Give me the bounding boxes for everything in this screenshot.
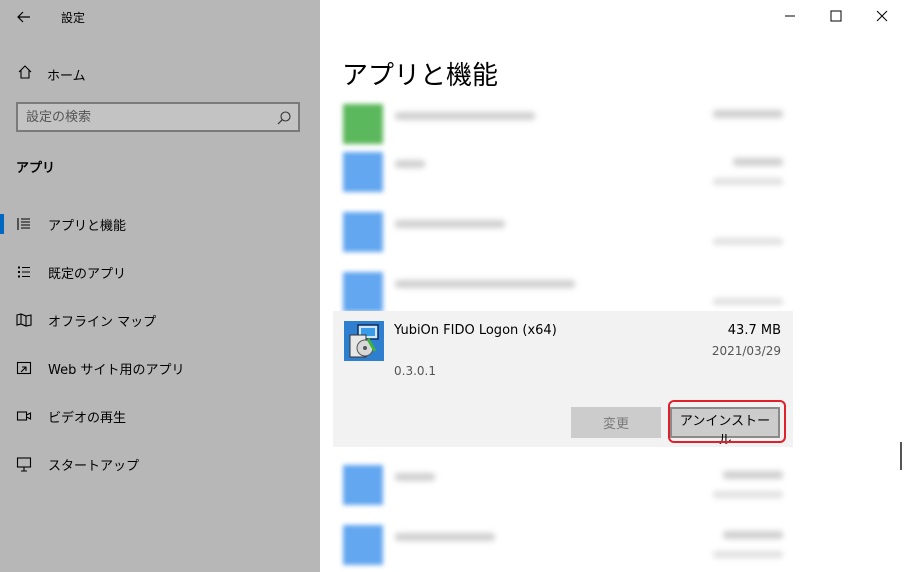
map-icon: [16, 312, 32, 328]
app-install-date: 2021/03/29: [711, 344, 781, 358]
website-apps-icon: [16, 360, 32, 376]
default-apps-icon: [16, 264, 32, 280]
app-version: 0.3.0.1: [394, 364, 436, 378]
sidebar-item-startup[interactable]: スタートアップ: [0, 446, 320, 482]
window-title: 設定: [61, 11, 86, 25]
video-icon: [16, 408, 32, 424]
section-title: アプリ: [16, 161, 56, 176]
sidebar-item-label: スタートアップ: [48, 458, 140, 474]
minimize-icon: [784, 7, 796, 26]
list-item[interactable]: [333, 511, 793, 571]
home-nav-item[interactable]: ホーム: [17, 64, 86, 84]
app-name: YubiOn FIDO Logon (x64): [394, 323, 557, 338]
sidebar-item-website-apps[interactable]: Web サイト用のアプリ: [0, 350, 320, 386]
sidebar-item-label: ビデオの再生: [48, 410, 127, 426]
settings-search-box[interactable]: [16, 102, 300, 132]
sidebar-item-label: アプリと機能: [48, 218, 127, 234]
sidebar-item-label: オフライン マップ: [48, 314, 157, 330]
startup-icon: [16, 456, 32, 472]
app-icon: [343, 465, 383, 505]
sidebar-item-default-apps[interactable]: 既定のアプリ: [0, 254, 320, 290]
home-icon: [17, 64, 33, 84]
uninstall-highlight: [668, 400, 786, 443]
modify-button[interactable]: 変更: [571, 407, 661, 438]
list-item[interactable]: [333, 138, 793, 198]
maximize-button[interactable]: [813, 0, 859, 32]
close-button[interactable]: [859, 0, 905, 32]
sidebar-item-offline-maps[interactable]: オフライン マップ: [0, 302, 320, 338]
minimize-button[interactable]: [767, 0, 813, 32]
app-icon: [343, 525, 383, 565]
app-size: 43.7 MB: [727, 323, 781, 338]
app-icon: [343, 212, 383, 252]
list-item[interactable]: [333, 258, 793, 318]
app-icon: [343, 152, 383, 192]
sidebar-item-apps-features[interactable]: アプリと機能: [0, 206, 320, 242]
maximize-icon: [830, 7, 842, 26]
list-item[interactable]: [333, 451, 793, 511]
selected-indicator: [0, 214, 4, 234]
apps-list-icon: [16, 216, 32, 232]
page-title: アプリと機能: [342, 61, 499, 91]
app-icon: [343, 272, 383, 312]
sidebar-item-label: Web サイト用のアプリ: [48, 362, 185, 378]
sidebar-item-video-playback[interactable]: ビデオの再生: [0, 398, 320, 434]
settings-search-input[interactable]: [26, 108, 266, 126]
sidebar: 設定 ホーム アプリ アプリと機能 既定のアプリ オフライン マップ: [0, 0, 320, 572]
home-label: ホーム: [47, 68, 86, 84]
installer-icon: [344, 321, 384, 361]
sidebar-item-label: 既定のアプリ: [48, 266, 127, 282]
scrollbar-thumb[interactable]: [900, 442, 902, 470]
list-item[interactable]: [333, 198, 793, 258]
back-arrow-icon[interactable]: [14, 7, 34, 27]
search-icon[interactable]: [276, 110, 292, 126]
close-icon: [876, 7, 888, 26]
